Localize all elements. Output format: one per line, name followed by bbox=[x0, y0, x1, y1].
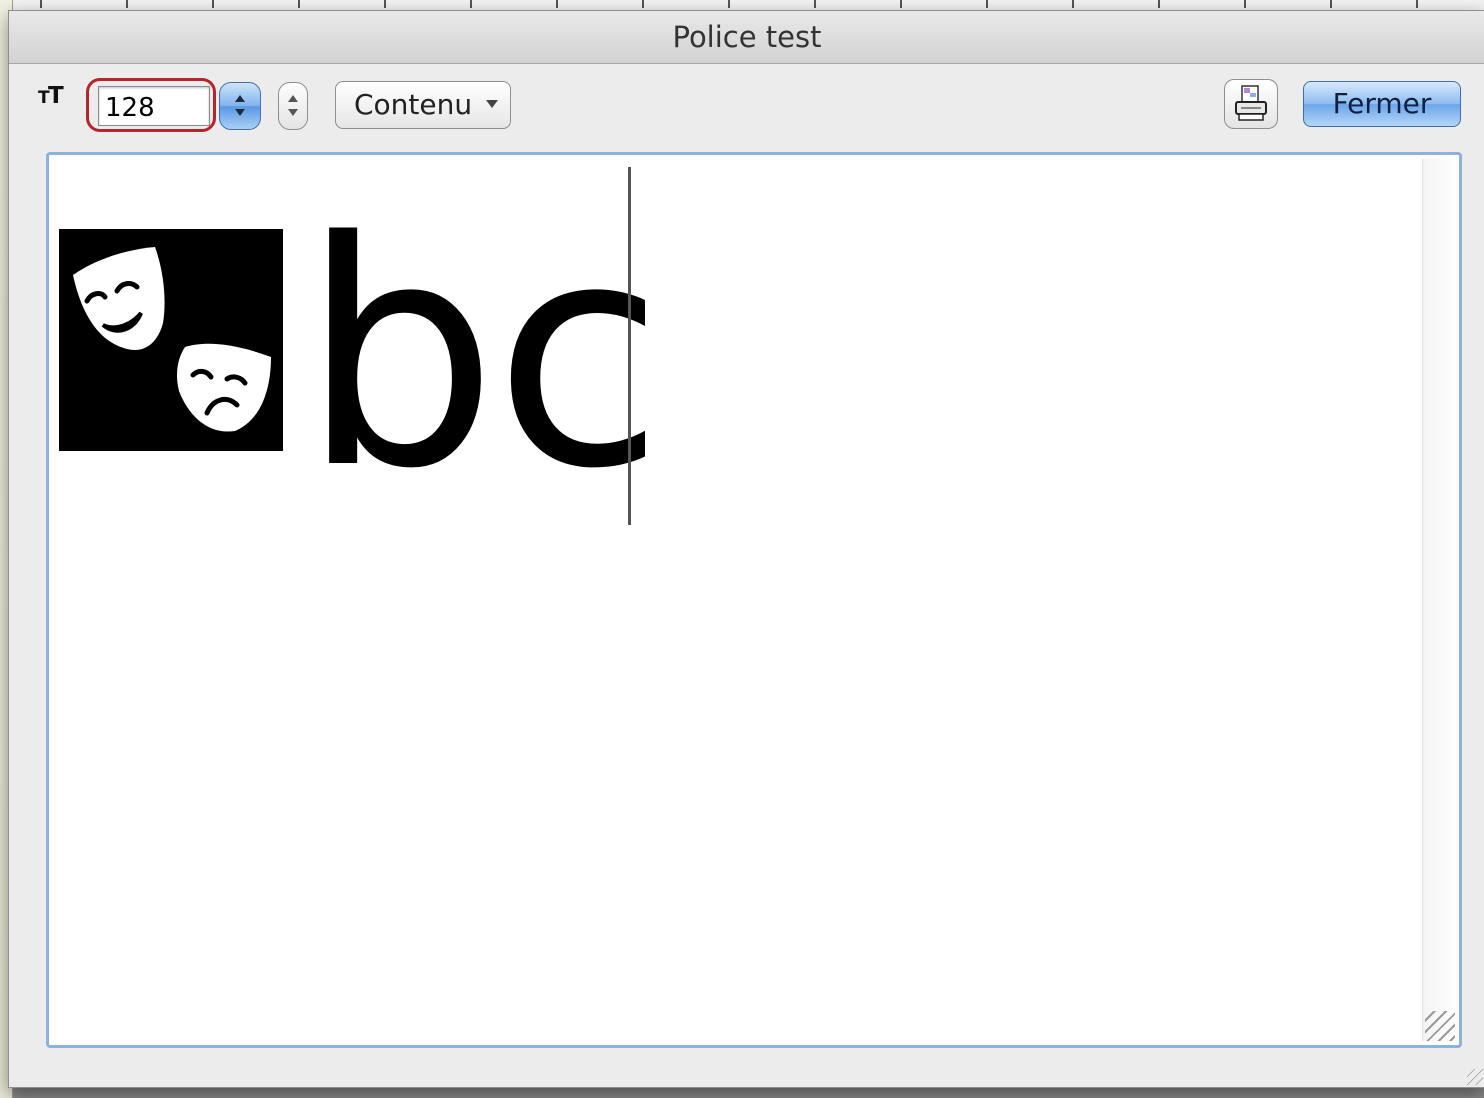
content-popup-label: Contenu bbox=[354, 88, 473, 121]
font-size-stepper[interactable] bbox=[219, 82, 261, 130]
theater-masks-glyph bbox=[59, 229, 283, 451]
printer-icon bbox=[1235, 85, 1267, 121]
font-preview-editor[interactable]: bc bbox=[46, 152, 1462, 1048]
stepper-up-arrow-icon[interactable] bbox=[235, 95, 245, 102]
title-bar[interactable]: Police test bbox=[9, 11, 1484, 64]
font-size-input[interactable] bbox=[98, 86, 210, 126]
content-popup-button[interactable]: Contenu bbox=[335, 81, 511, 129]
editor-resize-grip[interactable] bbox=[1425, 1011, 1455, 1041]
stepper-up-arrow-icon[interactable] bbox=[288, 95, 298, 102]
stepper-down-arrow-icon[interactable] bbox=[288, 109, 298, 116]
font-size-icon: TT bbox=[38, 83, 64, 109]
chevron-down-icon bbox=[486, 100, 498, 108]
text-caret bbox=[628, 167, 631, 525]
window-resize-grip[interactable] bbox=[1467, 1069, 1483, 1085]
sample-text: bc bbox=[301, 176, 664, 537]
text-area[interactable]: bc bbox=[51, 157, 1419, 1043]
vertical-scrollbar[interactable] bbox=[1422, 159, 1457, 1041]
stepper-down-arrow-icon[interactable] bbox=[235, 109, 245, 116]
print-button[interactable] bbox=[1224, 79, 1278, 129]
window-title: Police test bbox=[672, 20, 822, 54]
secondary-stepper[interactable] bbox=[278, 82, 308, 130]
close-button[interactable]: Fermer bbox=[1303, 81, 1461, 127]
